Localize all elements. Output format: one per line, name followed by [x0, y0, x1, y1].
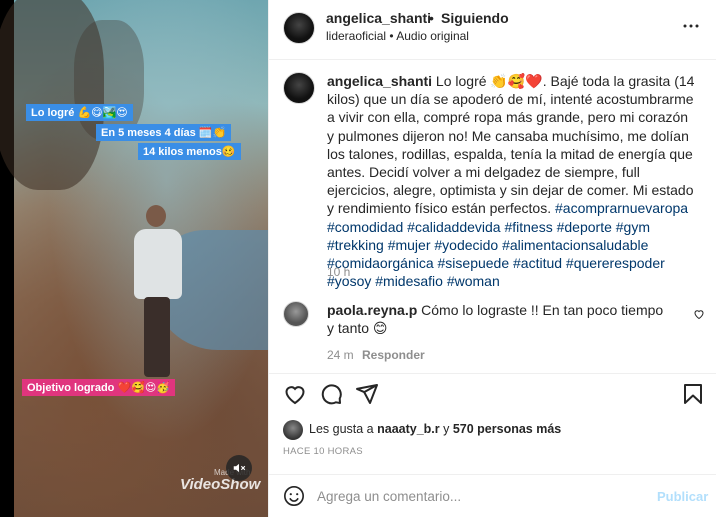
video-frame[interactable] — [0, 0, 268, 517]
likes-text: Les gusta a naaaty_b.r y 570 personas má… — [309, 422, 561, 436]
header-separator: • — [429, 10, 434, 26]
commenter-avatar[interactable] — [283, 301, 309, 327]
post-comment-button[interactable]: Publicar — [657, 489, 708, 504]
comment-input[interactable] — [317, 483, 647, 509]
video-person — [132, 205, 186, 380]
bookmark-icon[interactable] — [681, 382, 705, 406]
post-side-panel: angelica_shanti • Siguiendo lideraoficia… — [268, 0, 716, 517]
caption-username[interactable]: angelica_shanti — [327, 73, 432, 89]
post-caption: angelica_shanti Lo logré 👏🥰❤️. Bajé toda… — [327, 72, 697, 290]
likes-middle: y — [439, 422, 453, 436]
video-overlay-label: 14 kilos menos🥴 — [138, 143, 241, 160]
video-overlay-label: En 5 meses 4 días 🗓️👏 — [96, 124, 232, 141]
liker-username[interactable]: naaaty_b.r — [377, 422, 440, 436]
comment-icon[interactable] — [319, 382, 343, 406]
video-overlay-label: Objetivo logrado ❤️🥰😍🥳 — [22, 379, 176, 396]
comment-composer: Publicar — [269, 474, 716, 517]
audio-link[interactable]: lideraoficial • Audio original — [326, 29, 469, 43]
reply-button[interactable]: Responder — [362, 348, 425, 362]
author-avatar[interactable] — [283, 12, 315, 44]
more-icon[interactable] — [682, 17, 700, 35]
mute-icon — [233, 463, 246, 473]
comment-like-icon[interactable] — [693, 308, 705, 320]
follow-status-button[interactable]: Siguiendo — [441, 10, 509, 26]
share-icon[interactable] — [355, 382, 379, 406]
comment-username[interactable]: paola.reyna.p — [327, 302, 417, 318]
watermark: VideoShow — [180, 476, 261, 493]
author-username[interactable]: angelica_shanti — [326, 10, 431, 26]
caption-text: Lo logré 👏🥰❤️. Bajé toda la grasita (14 … — [327, 73, 695, 217]
emoji-icon[interactable] — [283, 485, 305, 507]
video-tree — [74, 20, 144, 140]
caption-time: 10 h — [327, 265, 351, 279]
caption-avatar[interactable] — [283, 72, 315, 104]
mute-button[interactable] — [226, 455, 252, 481]
liker-avatar — [283, 420, 303, 440]
video-overlay-label: Lo logré 💪😋🏞️😍 — [26, 104, 133, 121]
likes-summary[interactable]: Les gusta a naaaty_b.r y 570 personas má… — [283, 420, 703, 440]
post-header: angelica_shanti • Siguiendo lideraoficia… — [269, 0, 716, 60]
action-bar — [269, 373, 716, 413]
heart-icon[interactable] — [283, 382, 307, 406]
comment-time: 24 m — [327, 348, 354, 362]
post-media[interactable]: Lo logré 💪😋🏞️😍 En 5 meses 4 días 🗓️👏 14 … — [0, 0, 268, 517]
comment-item: paola.reyna.p Cómo lo lograste !! En tan… — [327, 301, 667, 337]
post-timestamp[interactable]: HACE 10 HORAS — [283, 446, 363, 457]
likes-prefix: Les gusta a — [309, 422, 378, 436]
instagram-post-modal: Lo logré 💪😋🏞️😍 En 5 meses 4 días 🗓️👏 14 … — [0, 0, 716, 517]
comments-section[interactable]: angelica_shanti Lo logré 👏🥰❤️. Bajé toda… — [269, 60, 716, 373]
likes-count[interactable]: 570 personas más — [453, 422, 561, 436]
